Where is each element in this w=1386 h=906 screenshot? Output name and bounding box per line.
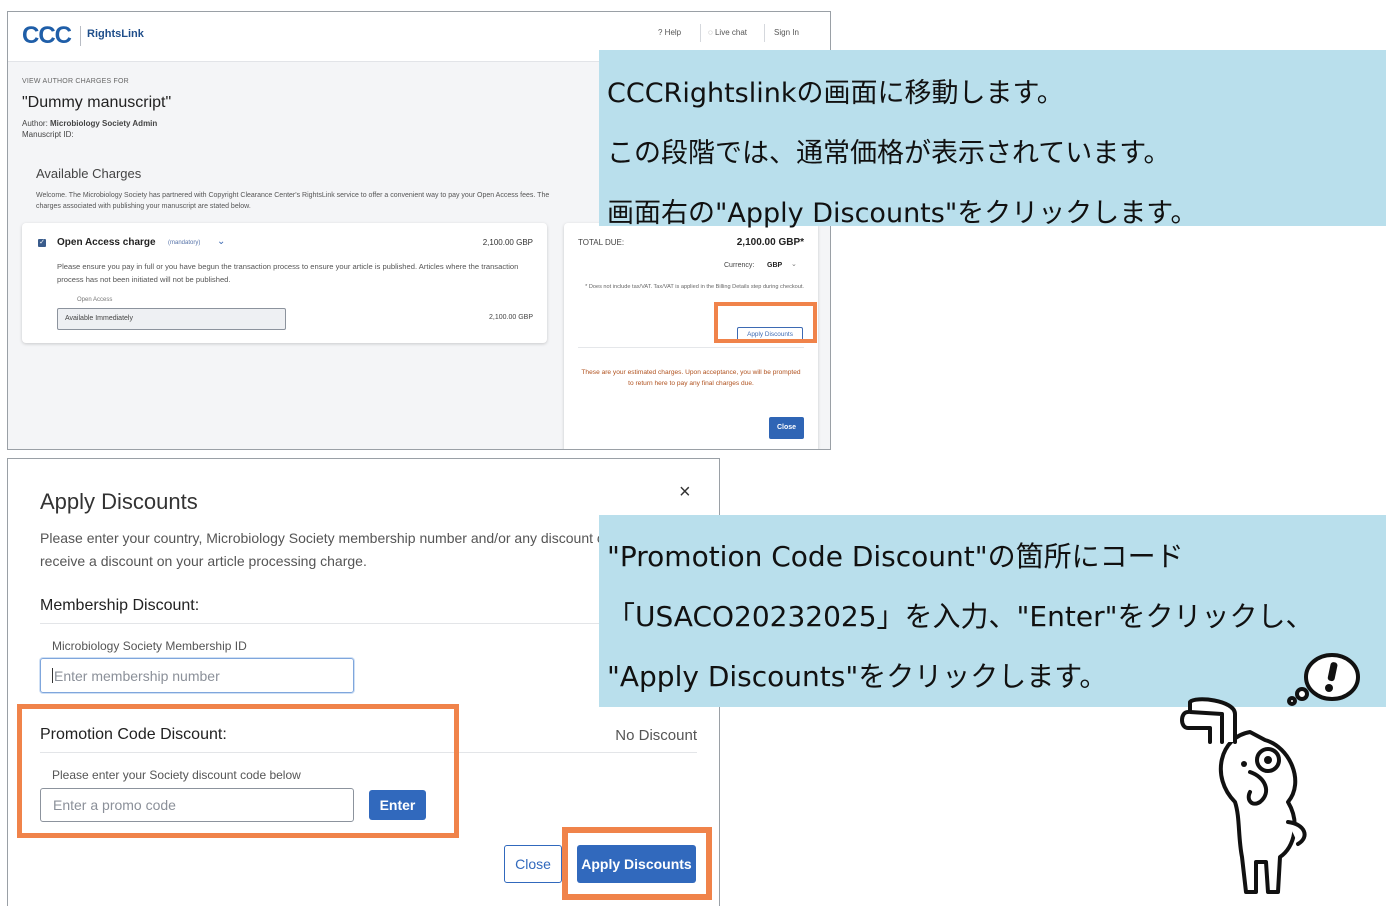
tax-note: * Does not include tax/VAT. Tax/VAT is a… <box>585 284 804 290</box>
membership-id-input[interactable]: Enter membership number <box>40 658 354 693</box>
charge-amount: 2,100.00 GBP <box>482 238 533 247</box>
modal-description: Please enter your country, Microbiology … <box>40 530 643 569</box>
instruction-callout-1: CCCRightslinkの画面に移動します。 この段階では、通常価格が表示され… <box>599 50 1386 229</box>
currency-label: Currency: <box>724 262 755 269</box>
callout-line: CCCRightslinkの画面に移動します。 <box>607 78 1064 109</box>
apply-discounts-highlight <box>714 302 817 343</box>
divider <box>578 347 804 348</box>
promotion-code-highlight <box>17 704 459 838</box>
apply-discounts-highlight <box>562 827 712 900</box>
charge-card: ✓ Open Access charge (mandatory) ⌄ 2,100… <box>22 223 547 343</box>
callout-line: この段階では、通常価格が表示されています。 <box>607 138 1171 169</box>
option-amount: 2,100.00 GBP <box>489 314 533 321</box>
membership-placeholder: Enter membership number <box>54 668 220 684</box>
available-charges-title: Available Charges <box>36 166 142 181</box>
close-button[interactable]: Close <box>504 845 562 883</box>
membership-discount-title: Membership Discount: <box>40 597 200 614</box>
sign-in-link[interactable]: Sign In <box>774 28 799 37</box>
author-prefix: Author: <box>22 119 51 128</box>
mandatory-tag: (mandatory) <box>168 240 201 246</box>
charge-description: Please ensure you pay in full or you hav… <box>57 262 519 284</box>
help-link[interactable]: ? Help <box>658 28 681 37</box>
close-button[interactable]: Close <box>769 417 804 439</box>
live-chat-label: Live chat <box>714 28 748 37</box>
estimate-note: These are your estimated charges. Upon a… <box>581 369 801 387</box>
logo-divider <box>80 26 81 46</box>
view-author-charges-label: VIEW AUTHOR CHARGES FOR <box>22 78 129 85</box>
callout-line: 「USACO20232025」を入力、"Enter"をクリックし、 <box>607 600 1314 633</box>
header-divider <box>700 24 701 42</box>
logo-mark: CCC <box>22 22 72 49</box>
mascot-illustration <box>1180 653 1360 894</box>
welcome-text: Welcome. The Microbiology Society has pa… <box>36 192 550 210</box>
membership-id-label: Microbiology Society Membership ID <box>52 639 247 653</box>
header-divider <box>764 24 765 42</box>
modal-title: Apply Discounts <box>40 489 198 514</box>
author-name: Microbiology Society Admin <box>50 119 158 128</box>
callout-line: "Promotion Code Discount"の箇所にコード <box>607 540 1184 573</box>
check-icon[interactable]: ✓ <box>38 239 46 247</box>
close-icon[interactable]: × <box>679 481 691 504</box>
callout-line: 画面右の"Apply Discounts"をクリックします。 <box>607 198 1198 229</box>
ccc-logo[interactable]: CCC <box>22 22 72 50</box>
manuscript-author: Author: Microbiology Society Admin <box>22 119 157 128</box>
logo-text: RightsLink <box>87 28 144 40</box>
chat-icon: ◌ <box>708 28 715 37</box>
discount-status: No Discount <box>615 727 697 744</box>
manuscript-title: "Dummy manuscript" <box>22 94 172 111</box>
live-chat-link[interactable]: ◌ Live chat <box>708 28 747 37</box>
chevron-down-icon[interactable]: ⌄ <box>791 260 797 268</box>
currency-select[interactable]: GBP <box>767 262 782 269</box>
charge-name: Open Access charge <box>57 237 156 248</box>
chevron-down-icon[interactable]: ⌄ <box>217 236 225 247</box>
text-caret <box>52 668 53 683</box>
manuscript-id: Manuscript ID: <box>22 130 74 139</box>
open-access-label: Open Access <box>77 297 113 303</box>
open-access-select[interactable]: Available Immediately <box>57 308 286 330</box>
